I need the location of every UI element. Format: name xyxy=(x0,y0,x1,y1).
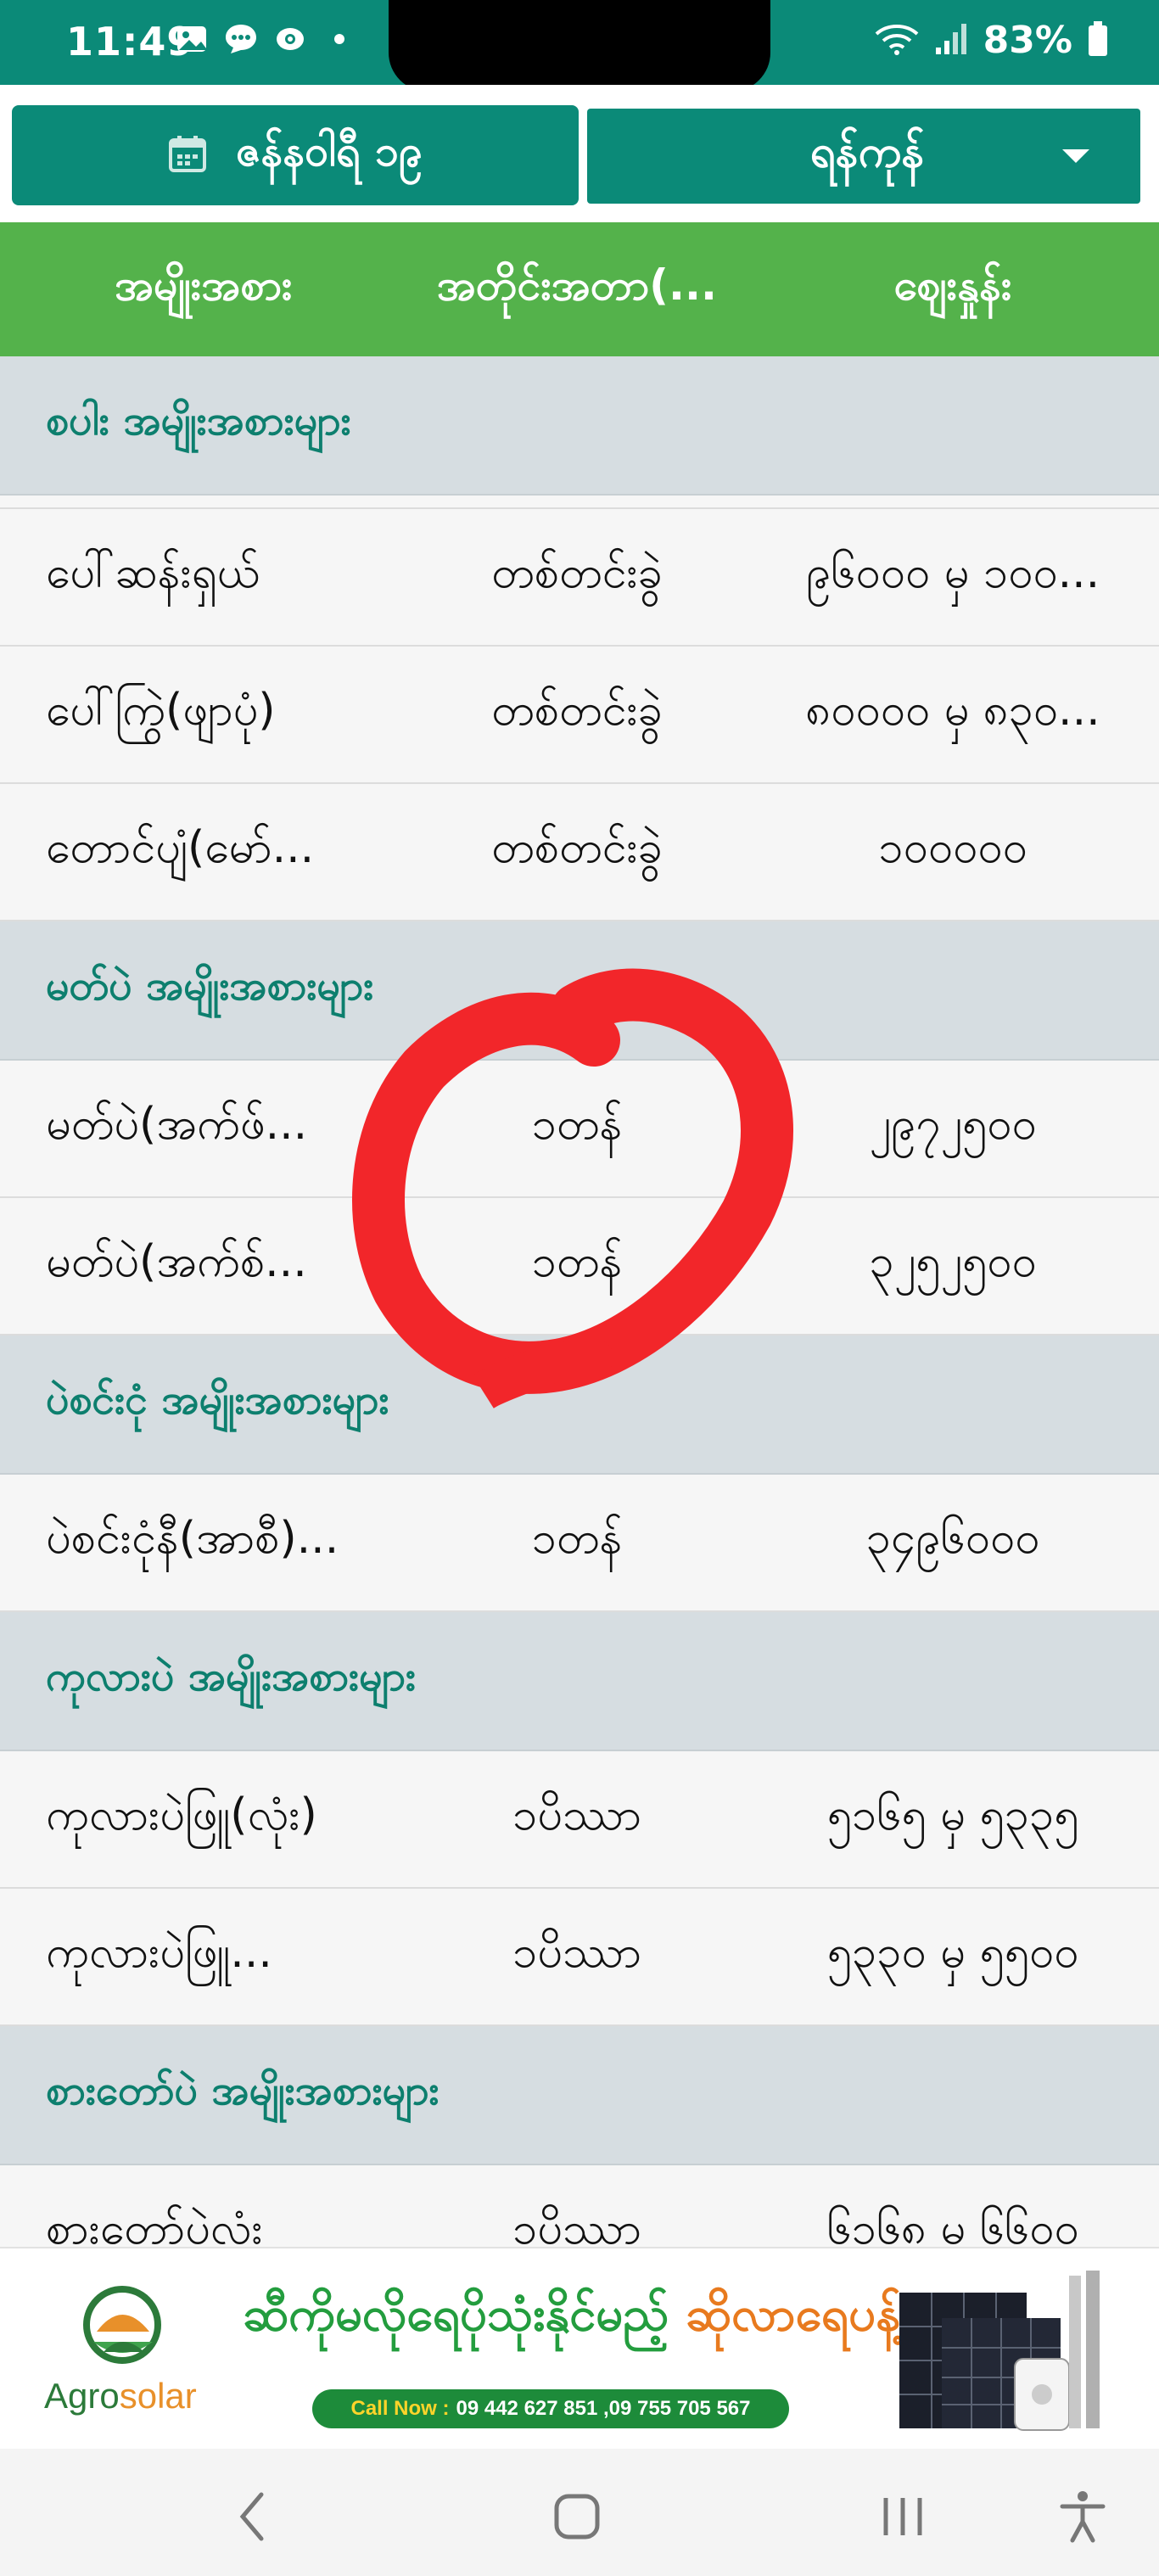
table-row[interactable]: ပေါ်ကြွဲ(ဖျာပုံ) တစ်တင်းခွဲ ၈၀၀၀၀ မှ ၈၃၀… xyxy=(0,647,1159,784)
item-name: ပဲစင်းငုံနီ(အာစီ)... xyxy=(46,1513,339,1564)
item-price: ၈၀၀၀၀ မှ ၈၃၀... xyxy=(805,685,1100,736)
notification-icons xyxy=(175,22,356,56)
chat-icon xyxy=(224,22,258,56)
camera-notch xyxy=(389,0,770,92)
brand-part-agro: Agro xyxy=(44,2376,120,2416)
home-icon[interactable] xyxy=(543,2483,611,2551)
ad-headline: ဆီကိုမလိုရေပိုသုံးနိုင်မည့် ဆိုလာရေပန့်မ… xyxy=(243,2284,966,2354)
section-header: စားတော်ပဲ အမျိုးအစားများ xyxy=(0,2026,1159,2165)
item-price: ၃၄၉၆၀၀၀ xyxy=(865,1513,1040,1564)
item-unit: တစ်တင်းခွဲ xyxy=(491,822,663,873)
ad-call-now[interactable]: Call Now : 09 442 627 851 ,09 755 705 567 xyxy=(312,2389,789,2428)
system-icons: 83% xyxy=(875,19,1108,62)
item-name: ကုလားပဲဖြူ(လုံး) xyxy=(46,1789,317,1840)
table-row[interactable]: ကုလားပဲဖြူ... ၁ပိဿာ ၅၃၃၀ မှ ၅၅၀၀ xyxy=(0,1889,1159,2026)
table-row[interactable]: ပေါ်ဆန်းရှယ် တစ်တင်းခွဲ ၉၆၀၀၀ မှ ၁၀၀... xyxy=(0,509,1159,647)
header-type: အမျိုးအစား xyxy=(115,260,293,310)
item-price: ၃၂၅၂၅၀၀ xyxy=(869,1236,1037,1287)
section-header: ပဲစင်းငုံ အမျိုးအစားများ xyxy=(0,1336,1159,1475)
item-name: မတ်ပဲ(အက်စ်... xyxy=(46,1236,307,1287)
recents-icon[interactable] xyxy=(869,2483,937,2551)
price-list[interactable]: စပါး အမျိုးအစားများ ပေါ်ဆန်းရှယ် တစ်တင်း… xyxy=(0,356,1159,2303)
header-unit: အတိုင်းအတာ(... xyxy=(437,260,717,310)
filter-controls: ဇန်နဝါရီ ၁၉ ရန်ကုန် xyxy=(0,85,1159,222)
brand-part-solar: solar xyxy=(119,2376,197,2416)
table-header: အမျိုးအစား အတိုင်းအတာ(... ဈေးနှုန်း xyxy=(0,222,1159,356)
chevron-down-icon xyxy=(1062,149,1089,163)
item-price: ၉၆၀၀၀ မှ ၁၀၀... xyxy=(805,547,1100,598)
dot-icon xyxy=(322,22,356,56)
item-unit: ၁တန် xyxy=(531,1236,623,1287)
item-unit: တစ်တင်းခွဲ xyxy=(491,685,663,736)
section-header: မတ်ပဲ အမျိုးအစားများ xyxy=(0,921,1159,1061)
battery-icon xyxy=(1088,20,1108,60)
item-name: ပေါ်ဆန်းရှယ် xyxy=(46,547,260,598)
table-row[interactable]: တောင်ပျံ(မော်... တစ်တင်းခွဲ ၁၀၀၀၀၀ xyxy=(0,784,1159,921)
solar-panel-icon xyxy=(899,2271,1100,2431)
item-name: မတ်ပဲ(အက်ဖ်... xyxy=(46,1099,308,1150)
table-row[interactable]: မတ်ပဲ(အက်ဖ်... ၁တန် ၂၉၇၂၅၀၀ xyxy=(0,1061,1159,1198)
item-price: ၁၀၀၀၀၀ xyxy=(878,822,1027,873)
status-bar: 11:49 83% xyxy=(0,0,1159,92)
back-icon[interactable] xyxy=(219,2483,287,2551)
city-dropdown[interactable]: ရန်ကုန် xyxy=(587,109,1140,204)
battery-percent: 83% xyxy=(983,19,1072,62)
table-row[interactable]: မတ်ပဲ(အက်စ်... ၁တန် ၃၂၅၂၅၀၀ xyxy=(0,1198,1159,1336)
system-nav-bar xyxy=(0,2449,1159,2576)
item-unit: ၁ပိဿာ xyxy=(512,1789,641,1840)
image-icon xyxy=(175,22,209,56)
divider xyxy=(0,496,1159,509)
calendar-icon xyxy=(168,134,207,176)
table-row[interactable]: ကုလားပဲဖြူ(လုံး) ၁ပိဿာ ၅၁၆၅ မှ ၅၃၃၅ xyxy=(0,1751,1159,1889)
item-unit: တစ်တင်းခွဲ xyxy=(491,547,663,598)
section-header: စပါး အမျိုးအစားများ xyxy=(0,356,1159,496)
item-unit: ၁တန် xyxy=(531,1099,623,1150)
phone-numbers: 09 442 627 851 ,09 755 705 567 xyxy=(456,2397,751,2420)
call-now-label: Call Now : xyxy=(350,2397,450,2420)
ad-brand-name: Agrosolar xyxy=(44,2376,197,2416)
date-picker-button[interactable]: ဇန်နဝါရီ ၁၉ xyxy=(12,105,579,205)
header-price: ဈေးနှုန်း xyxy=(893,260,1012,310)
item-name: တောင်ပျံ(မော်... xyxy=(46,822,315,873)
wifi-icon xyxy=(875,22,919,59)
item-unit: ၁ပိဿာ xyxy=(512,1927,641,1978)
table-row[interactable]: ပဲစင်းငုံနီ(အာစီ)... ၁တန် ၃၄၉၆၀၀၀ xyxy=(0,1475,1159,1612)
app-icon xyxy=(273,22,307,56)
item-price: ၅၃၃၀ မှ ၅၅၀၀ xyxy=(826,1927,1079,1978)
item-unit: ၁တန် xyxy=(531,1513,623,1564)
item-price: ၅၁၆၅ မှ ၅၃၃၅ xyxy=(826,1789,1079,1840)
section-header: ကုလားပဲ အမျိုးအစားများ xyxy=(0,1612,1159,1751)
selected-date: ဇန်နဝါရီ ၁၉ xyxy=(235,126,423,176)
item-name: ကုလားပဲဖြူ... xyxy=(46,1927,272,1978)
signal-icon xyxy=(934,22,968,59)
ad-banner[interactable]: Agrosolar ဆီကိုမလိုရေပိုသုံးနိုင်မည့် ဆိ… xyxy=(0,2247,1159,2449)
ad-headline-part: ဆီကိုမလိုရေပိုသုံးနိုင်မည့် xyxy=(243,2287,686,2342)
accessibility-icon[interactable] xyxy=(1049,2483,1117,2551)
item-price: ၂၉၇၂၅၀၀ xyxy=(869,1099,1037,1150)
item-name: ပေါ်ကြွဲ(ဖျာပုံ) xyxy=(46,685,276,736)
